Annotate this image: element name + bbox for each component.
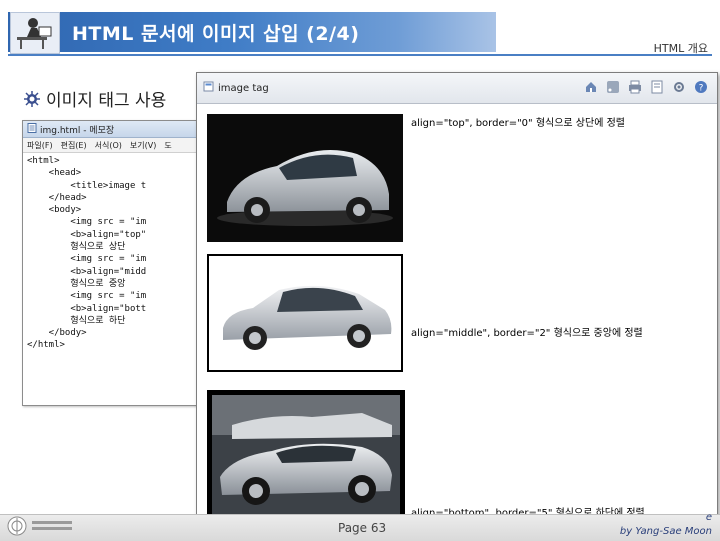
university-logo	[6, 516, 72, 536]
code-line: <img src = "im	[27, 217, 147, 228]
page-menu-icon[interactable]	[649, 79, 665, 95]
menu-help[interactable]: 도	[164, 140, 171, 151]
code-line: 형식으로 중앙	[27, 278, 126, 289]
bullet-text: 이미지 태그 사용	[46, 91, 167, 111]
car-image-top	[207, 114, 403, 242]
browser-window: image tag ? align="top", border="0" 형식으로…	[196, 72, 718, 530]
header-divider	[8, 54, 712, 56]
menu-edit[interactable]: 편집(E)	[61, 140, 87, 151]
section-label: HTML 개요	[653, 42, 708, 55]
page-icon	[203, 81, 214, 95]
bullet-item: 이미지 태그 사용	[24, 86, 166, 111]
home-icon[interactable]	[583, 79, 599, 95]
svg-text:?: ?	[699, 84, 704, 94]
bullet-icon	[24, 90, 40, 107]
notepad-title: img.html - 메모장	[40, 125, 115, 136]
caption-top: align="top", border="0" 형식으로 상단에 정렬	[411, 118, 625, 129]
code-line: <html>	[27, 156, 60, 166]
notepad-menubar: 파일(F) 편집(E) 서식(O) 보기(V) 도	[23, 138, 213, 153]
code-line: </html>	[27, 340, 65, 351]
browser-tools: ?	[583, 79, 709, 95]
page-title: HTML 문서에 이미지 삽입 (2/4)	[72, 23, 360, 45]
feeds-icon[interactable]	[605, 79, 621, 95]
help-icon[interactable]: ?	[693, 79, 709, 95]
menu-format[interactable]: 서식(O)	[95, 140, 122, 151]
footer-credit-line1: e	[705, 512, 712, 523]
notepad-titlebar: img.html - 메모장	[23, 121, 213, 138]
code-line: <img src = "im	[27, 291, 147, 302]
presenter-icon	[10, 12, 60, 54]
footer-credit: e by Yang-Sae Moon	[620, 511, 712, 539]
code-line: </head>	[27, 192, 87, 203]
car-image-middle	[207, 254, 403, 372]
code-line: <b>align="top"	[27, 229, 147, 240]
menu-file[interactable]: 파일(F)	[27, 140, 53, 151]
page-number: Page 63	[338, 521, 387, 535]
notepad-icon	[27, 122, 37, 136]
code-line: <title>image t	[27, 180, 147, 191]
tab-title: image tag	[218, 82, 269, 94]
tools-icon[interactable]	[671, 79, 687, 95]
browser-toolbar: image tag ?	[197, 73, 717, 104]
code-line: 형식으로 하단	[27, 315, 126, 326]
code-line: <b>align="bott	[27, 303, 147, 314]
code-line: <img src = "im	[27, 254, 147, 265]
car-image-bottom	[207, 390, 405, 522]
code-line: </body>	[27, 328, 87, 339]
caption-middle: align="middle", border="2" 형식으로 중앙에 정렬	[411, 328, 643, 339]
footer-credit-line2: by Yang-Sae Moon	[619, 526, 712, 537]
notepad-text-area[interactable]: <html> <head> <title>image t </head> <bo…	[23, 153, 213, 354]
browser-tab[interactable]: image tag	[203, 81, 269, 95]
notepad-window: img.html - 메모장 파일(F) 편집(E) 서식(O) 보기(V) 도…	[22, 120, 214, 406]
print-icon[interactable]	[627, 79, 643, 95]
code-line: 형식으로 상단	[27, 242, 126, 253]
menu-view[interactable]: 보기(V)	[130, 140, 156, 151]
code-line: <head>	[27, 168, 82, 179]
code-line: <b>align="midd	[27, 266, 147, 277]
code-line: <body>	[27, 205, 82, 216]
